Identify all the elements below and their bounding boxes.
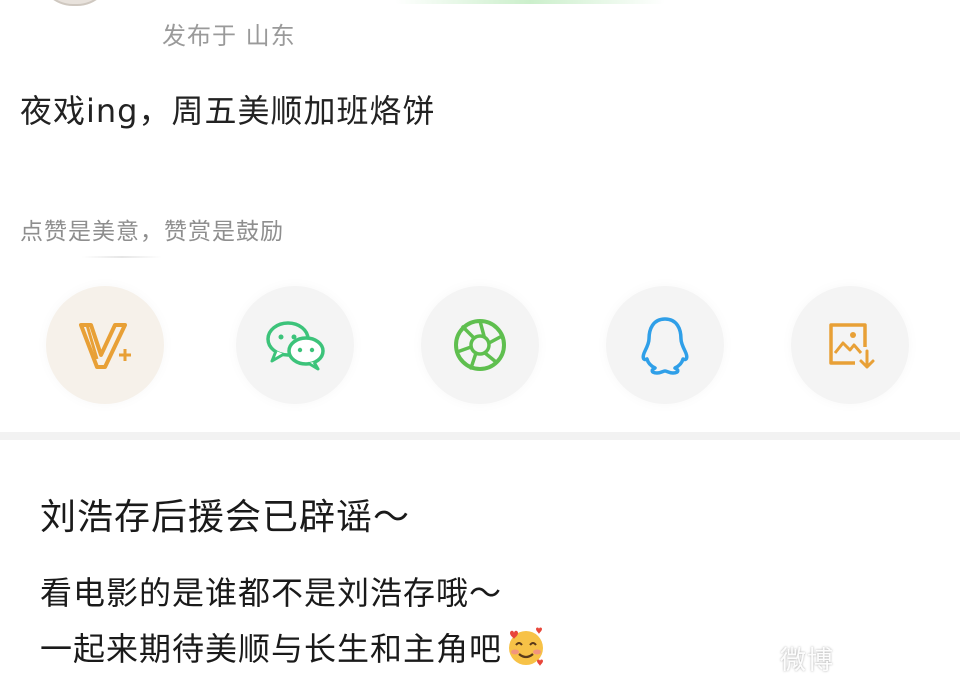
moments-share-button[interactable] bbox=[421, 286, 539, 404]
v-plus-icon bbox=[75, 317, 135, 373]
qq-penguin-icon bbox=[639, 315, 691, 375]
save-image-icon bbox=[823, 317, 877, 373]
vplus-share-button[interactable] bbox=[46, 286, 164, 404]
avatar[interactable] bbox=[38, 0, 112, 6]
tip-underline bbox=[82, 256, 162, 258]
qq-share-button[interactable] bbox=[606, 286, 724, 404]
section-divider bbox=[0, 432, 960, 440]
caption-line-2: 一起来期待美顺与长生和主角吧 bbox=[40, 630, 503, 668]
wechat-share-button[interactable] bbox=[236, 286, 354, 404]
weibo-watermark: 微博 bbox=[780, 646, 835, 676]
moments-aperture-icon bbox=[451, 316, 509, 374]
save-image-share-button[interactable] bbox=[791, 286, 909, 404]
post-location: 发布于 山东 bbox=[162, 22, 296, 50]
wechat-icon bbox=[262, 317, 328, 373]
username-highlight bbox=[395, 0, 665, 4]
post-text: 夜戏ing，周五美顺加班烙饼 bbox=[20, 92, 436, 130]
reward-tip: 点赞是美意，赞赏是鼓励 bbox=[20, 219, 284, 245]
smiling-face-with-hearts-icon bbox=[504, 625, 548, 669]
caption-headline: 刘浩存后援会已辟谣～ bbox=[40, 497, 411, 538]
caption-line-1: 看电影的是谁都不是刘浩存哦～ bbox=[40, 574, 503, 612]
caption-line-2-row: 一起来期待美顺与长生和主角吧 bbox=[40, 624, 548, 670]
share-bar bbox=[0, 280, 960, 410]
